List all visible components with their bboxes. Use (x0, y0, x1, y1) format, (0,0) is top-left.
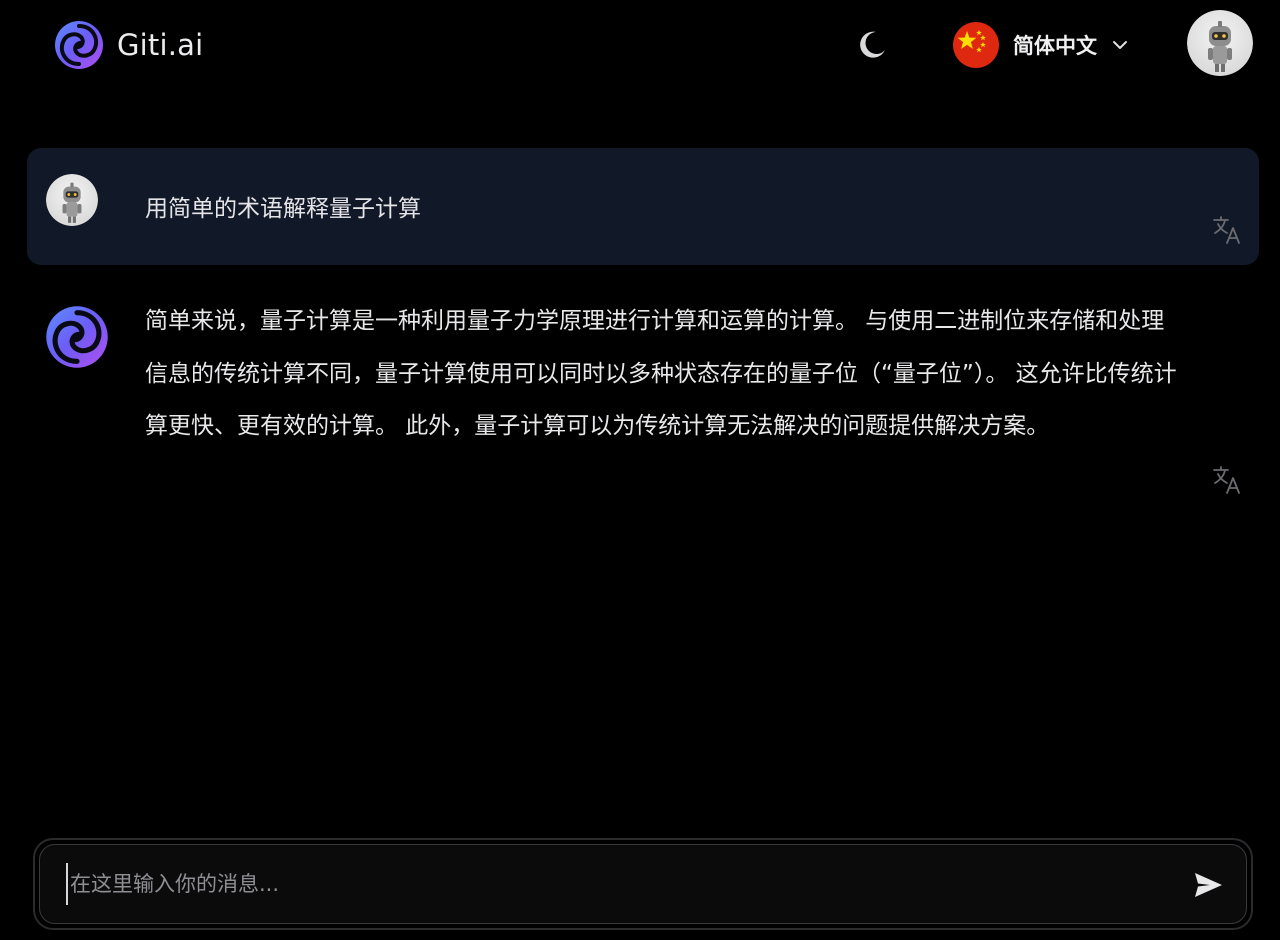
translate-icon (1213, 216, 1240, 244)
user-avatar-button[interactable] (1187, 10, 1253, 76)
user-message-text: 用简单的术语解释量子计算 (145, 196, 421, 222)
message-input[interactable] (66, 863, 1172, 905)
brand-logo-link[interactable]: Giti.ai (54, 20, 203, 70)
china-flag-icon (953, 22, 999, 68)
top-bar: Giti.ai 简体中文 (0, 0, 1280, 92)
assistant-message: 简单来说，量子计算是一种利用量子力学原理进行计算和运算的计算。 与使用二进制位来… (27, 290, 1259, 520)
giti-logo-icon (55, 21, 103, 69)
translate-icon (1213, 466, 1240, 494)
chevron-down-icon (1113, 41, 1127, 49)
user-message-avatar (46, 174, 98, 226)
theme-toggle-button[interactable] (853, 26, 891, 64)
user-message: 用简单的术语解释量子计算 (27, 148, 1259, 265)
robot-avatar-icon (46, 174, 98, 226)
send-button[interactable] (1190, 867, 1226, 903)
message-composer (39, 844, 1247, 924)
giti-logo-icon (46, 306, 108, 368)
language-label: 简体中文 (1013, 34, 1097, 58)
assistant-message-text: 简单来说，量子计算是一种利用量子力学原理进行计算和运算的计算。 与使用二进制位来… (145, 308, 1177, 439)
moon-icon (860, 31, 885, 58)
language-selector[interactable]: 简体中文 (952, 20, 1129, 70)
brand-name: Giti.ai (117, 28, 204, 62)
translate-button[interactable] (1212, 215, 1242, 245)
translate-button[interactable] (1212, 465, 1242, 495)
robot-avatar-icon (1187, 10, 1253, 76)
send-icon (1195, 873, 1222, 897)
